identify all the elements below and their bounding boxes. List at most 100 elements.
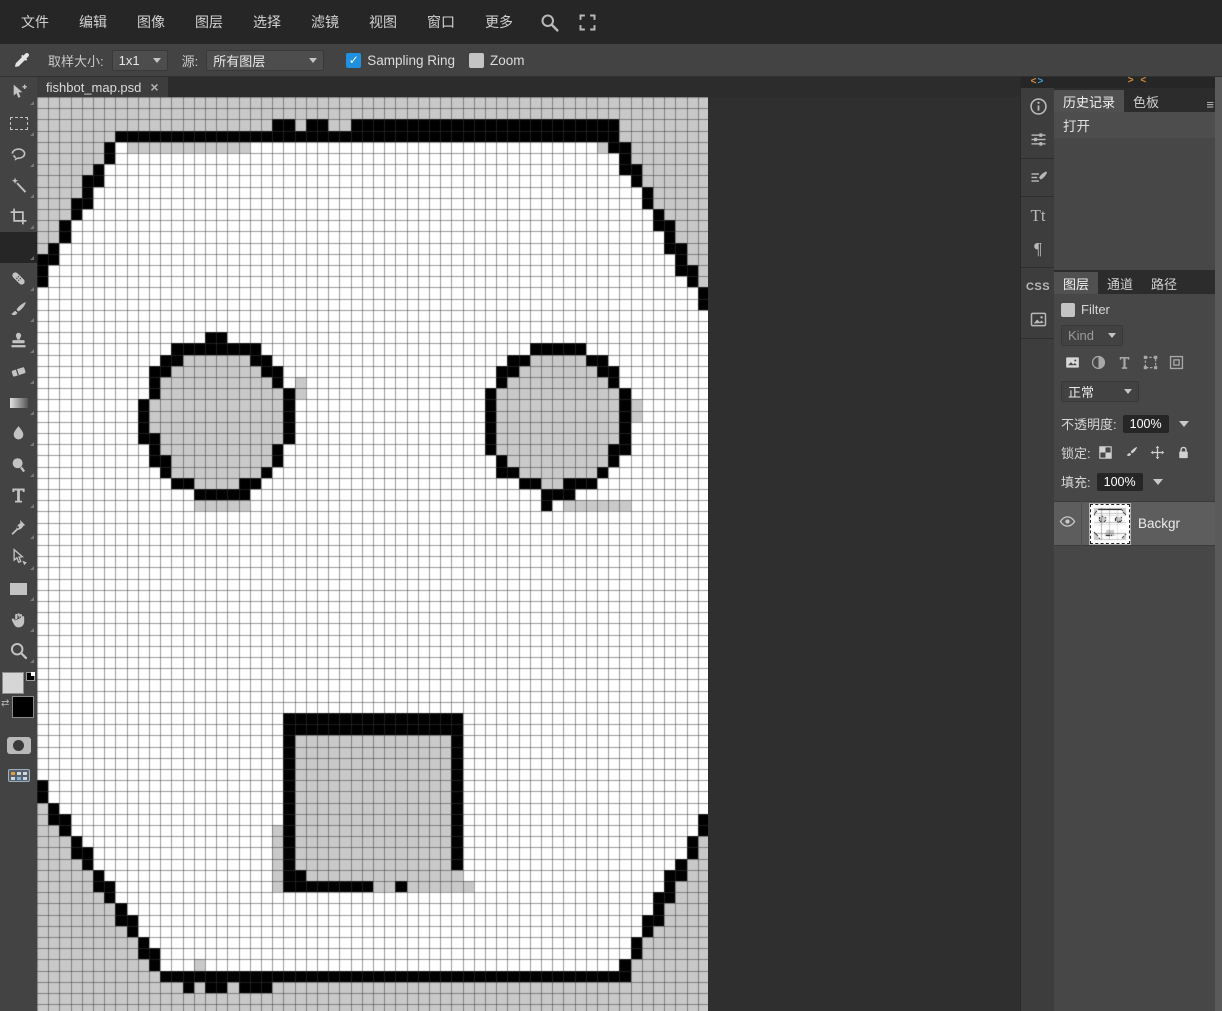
text-filter-icon[interactable]: [1113, 352, 1136, 373]
crop-tool[interactable]: [0, 201, 37, 232]
clone-stamp-tool-icon: [8, 330, 29, 351]
rectangle-tool-icon: [10, 582, 27, 595]
layer-style-icon[interactable]: [1021, 161, 1055, 194]
right-icon-strip: <> Tt ¶ CSS: [1020, 75, 1054, 1011]
eyedropper-icon: [8, 48, 34, 72]
hand-tool[interactable]: [0, 604, 37, 635]
paragraph-icon[interactable]: ¶: [1021, 232, 1055, 265]
menu-item[interactable]: 选择: [238, 0, 296, 44]
close-icon[interactable]: ×: [150, 80, 158, 94]
menu-bar: 文件 编辑 图像 图层 选择 滤镜 视图 窗口 更多: [0, 0, 1222, 44]
path-select-tool-icon: [8, 547, 29, 568]
gradient-tool[interactable]: [0, 387, 37, 418]
magic-wand-tool-icon: [8, 175, 29, 196]
zoom-tool[interactable]: [0, 635, 37, 666]
default-colors-icon[interactable]: [26, 672, 35, 681]
pen-tool[interactable]: [0, 511, 37, 542]
rectangle-tool[interactable]: [0, 573, 37, 604]
smart-filter-icon[interactable]: [1165, 352, 1188, 373]
blur-tool[interactable]: [0, 418, 37, 449]
layers-tab[interactable]: 路径: [1142, 272, 1187, 294]
lasso-tool-icon: [8, 144, 29, 165]
keyboard-button[interactable]: [0, 762, 37, 788]
type-tool[interactable]: [0, 480, 37, 511]
info-icon[interactable]: [1021, 90, 1055, 123]
type-tool-icon: [8, 485, 29, 506]
layer-row[interactable]: Backgr: [1054, 501, 1222, 546]
history-tab[interactable]: 历史记录: [1054, 90, 1125, 112]
lock-all-icon[interactable]: [1175, 444, 1192, 461]
document-canvas[interactable]: [37, 97, 708, 1011]
zoom-checkbox[interactable]: Zoom: [469, 52, 525, 68]
menu-item[interactable]: 滤镜: [296, 0, 354, 44]
lasso-tool[interactable]: [0, 139, 37, 170]
lock-pixels-icon[interactable]: [1123, 444, 1140, 461]
move-tool[interactable]: [0, 77, 37, 108]
menu-item[interactable]: 窗口: [412, 0, 470, 44]
layer-visibility-toggle[interactable]: [1054, 501, 1082, 546]
fill-value[interactable]: 100%: [1096, 472, 1143, 491]
chevron-down-icon[interactable]: [1178, 420, 1189, 427]
search-icon[interactable]: [532, 5, 566, 39]
layers-tab[interactable]: 图层: [1054, 272, 1099, 294]
layer-name: Backgr: [1138, 516, 1181, 531]
menu-item[interactable]: 图层: [180, 0, 238, 44]
sampling-ring-checkbox[interactable]: ✓ Sampling Ring: [346, 52, 455, 68]
blend-mode-select[interactable]: 正常: [1061, 381, 1139, 402]
frame-filter-icon[interactable]: [1139, 352, 1162, 373]
brush-tool[interactable]: [0, 294, 37, 325]
swap-colors-icon[interactable]: ⇄: [1, 698, 9, 709]
background-color-swatch[interactable]: [12, 696, 34, 718]
panel-scrollbar[interactable]: [1215, 75, 1222, 1011]
image-icon[interactable]: [1021, 303, 1055, 336]
eyedropper-tool[interactable]: [0, 232, 37, 263]
history-tab[interactable]: 色板: [1124, 90, 1169, 112]
document-tab-bar: fishbot_map.psd ×: [37, 77, 1020, 97]
eye-icon: [1058, 512, 1077, 536]
css-icon[interactable]: CSS: [1021, 270, 1055, 303]
clone-stamp-tool[interactable]: [0, 325, 37, 356]
sample-size-select[interactable]: 1x1: [111, 49, 168, 71]
adjustments-icon[interactable]: [1021, 123, 1055, 156]
brush-tool-icon: [8, 299, 29, 320]
marquee-tool[interactable]: [0, 108, 37, 139]
crop-tool-icon: [8, 206, 29, 227]
chevron-down-icon: [1124, 389, 1132, 394]
options-bar: 取样大小: 1x1 源: 所有图层 ✓ Sampling Ring Zoom: [0, 44, 1222, 77]
lock-position-icon[interactable]: [1149, 444, 1166, 461]
color-swatches[interactable]: ⇄: [0, 672, 37, 728]
magic-wand-tool[interactable]: [0, 170, 37, 201]
foreground-color-swatch[interactable]: [2, 672, 24, 694]
kind-select[interactable]: Kind: [1061, 325, 1123, 346]
lock-label: 锁定:: [1061, 446, 1091, 461]
quick-mask-icon: [6, 736, 31, 754]
healing-tool[interactable]: [0, 263, 37, 294]
menu-item[interactable]: 图像: [122, 0, 180, 44]
typography-icon[interactable]: Tt: [1021, 199, 1055, 232]
opacity-label: 不透明度:: [1061, 417, 1117, 432]
menu-item[interactable]: 文件: [6, 0, 64, 44]
menu-item[interactable]: 视图: [354, 0, 412, 44]
layer-thumbnail[interactable]: [1089, 502, 1131, 545]
fullscreen-icon[interactable]: [570, 5, 604, 39]
dodge-tool[interactable]: [0, 449, 37, 480]
source-select[interactable]: 所有图层: [206, 49, 325, 71]
document-tab[interactable]: fishbot_map.psd ×: [37, 77, 168, 97]
lock-transparency-icon[interactable]: [1097, 444, 1114, 461]
filter-checkbox[interactable]: [1061, 302, 1075, 317]
eraser-tool[interactable]: [0, 356, 37, 387]
history-item[interactable]: 打开: [1054, 112, 1222, 138]
quick-mask-button[interactable]: [0, 732, 37, 758]
opacity-value[interactable]: 100%: [1122, 414, 1169, 433]
adjustment-filter-icon[interactable]: [1087, 352, 1110, 373]
menu-item[interactable]: 更多: [470, 0, 528, 44]
sample-size-label: 取样大小:: [48, 53, 104, 69]
path-select-tool[interactable]: [0, 542, 37, 573]
zoom-tool-icon: [8, 640, 29, 661]
image-filter-icon[interactable]: [1061, 352, 1084, 373]
hand-tool-icon: [8, 609, 29, 630]
layers-tab[interactable]: 通道: [1098, 272, 1143, 294]
chevron-down-icon[interactable]: [1152, 478, 1163, 485]
menu-item[interactable]: 编辑: [64, 0, 122, 44]
menu-items: 文件 编辑 图像 图层 选择 滤镜 视图 窗口 更多: [6, 0, 528, 44]
